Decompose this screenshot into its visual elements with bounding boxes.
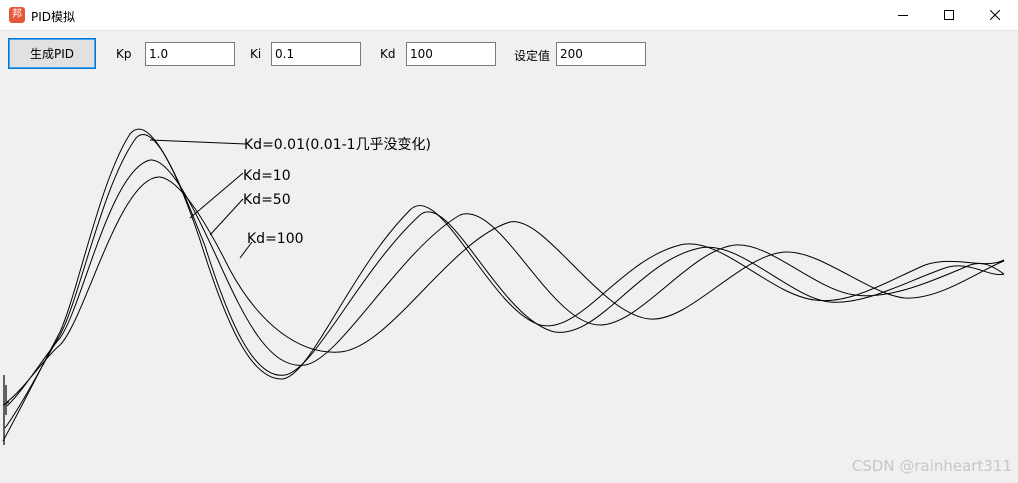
leader-kd-10 — [189, 172, 244, 219]
annotation-kd-10: Kd=10 — [243, 168, 291, 184]
title-bar: 邦 PID模拟 — [0, 0, 1018, 31]
kp-label: Kp — [116, 47, 132, 61]
maximize-button[interactable] — [926, 0, 972, 30]
response-curve-kd-10 — [4, 134, 1005, 429]
pid-response-plot: Kd=0.01(0.01-1几乎没变化) Kd=10 Kd=50 Kd=100 — [2, 128, 1005, 445]
annotation-leaders — [149, 139, 253, 259]
leader-kd-0.01 — [149, 139, 247, 145]
annotation-kd-0.01: Kd=0.01(0.01-1几乎没变化) — [244, 137, 431, 153]
app-icon: 邦 — [9, 7, 25, 23]
watermark: CSDN @rainheart311 — [851, 457, 1012, 475]
kd-input[interactable] — [406, 42, 496, 66]
response-curve-kd-50 — [6, 159, 1005, 407]
response-curves — [2, 128, 1005, 445]
close-icon — [990, 10, 1000, 20]
response-curve-kd-0.01 — [2, 128, 1005, 442]
setpoint-label: 设定值 — [514, 49, 551, 63]
ki-label: Ki — [250, 47, 262, 61]
generate-pid-button[interactable]: 生成PID — [8, 38, 96, 69]
maximize-icon — [944, 10, 954, 20]
minimize-icon — [898, 15, 908, 16]
window-title: PID模拟 — [31, 10, 76, 24]
leader-kd-50 — [209, 198, 244, 236]
response-curve-kd-100 — [6, 176, 1005, 403]
ki-input[interactable] — [271, 42, 361, 66]
annotation-kd-50: Kd=50 — [243, 192, 291, 208]
annotation-kd-100: Kd=100 — [247, 231, 304, 247]
kd-label: Kd — [380, 47, 396, 61]
close-button[interactable] — [972, 0, 1018, 30]
kp-input[interactable] — [145, 42, 235, 66]
minimize-button[interactable] — [880, 0, 926, 30]
setpoint-input[interactable] — [556, 42, 646, 66]
